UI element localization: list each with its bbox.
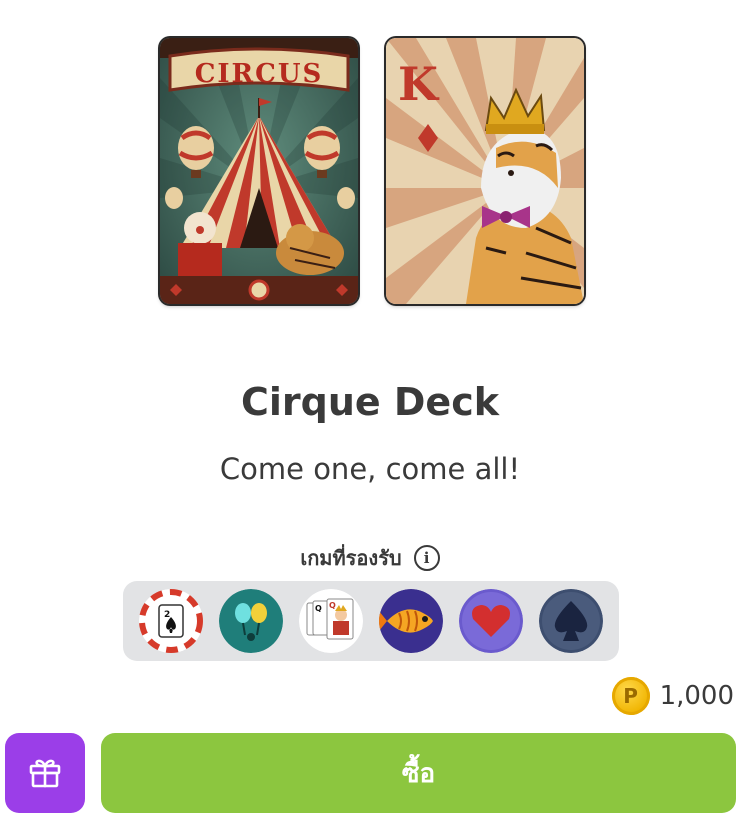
info-icon[interactable]: i	[413, 545, 440, 571]
deck-card-face-image: K	[386, 38, 584, 304]
spade-icon[interactable]	[539, 589, 603, 653]
fish-icon[interactable]	[379, 589, 443, 653]
deck-subtitle: Come one, come all!	[219, 452, 521, 486]
gift-icon	[28, 755, 62, 792]
supported-games-header: เกมที่รองรับ i	[0, 542, 740, 574]
supported-games-label: เกมที่รองรับ	[300, 546, 402, 570]
svg-text:Q: Q	[329, 601, 336, 610]
deck-card-back-image: CIRCUS	[160, 38, 358, 304]
buy-button[interactable]: ซื้อ	[101, 733, 736, 813]
gift-button[interactable]	[5, 733, 85, 813]
balloons-icon[interactable]	[219, 589, 283, 653]
circus-banner-text: CIRCUS	[195, 59, 324, 89]
price-display: P 1,000	[611, 677, 734, 715]
supported-games-list: 2 QQ	[123, 581, 619, 661]
blackjack-chip-icon[interactable]: 2	[139, 589, 203, 653]
queen-cards-icon[interactable]: QQ	[299, 589, 363, 653]
heart-icon[interactable]	[459, 589, 523, 653]
face-card-rank: K	[398, 57, 440, 111]
coin-icon: P	[611, 677, 650, 715]
svg-text:2: 2	[164, 610, 170, 620]
deck-title: Cirque Deck	[240, 380, 500, 424]
price-amount: 1,000	[659, 681, 734, 711]
svg-text:Q: Q	[315, 604, 322, 613]
